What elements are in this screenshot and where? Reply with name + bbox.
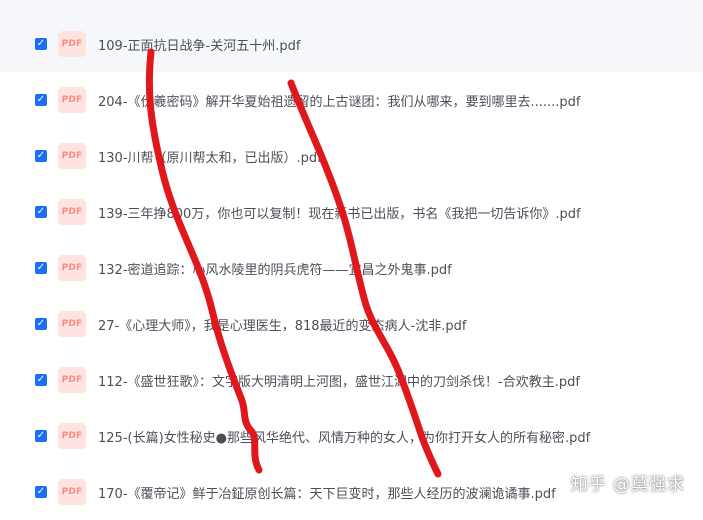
file-row[interactable]: ✓ PDF 204-《伏羲密码》解开华夏始祖遗留的上古谜团：我们从哪来，要到哪里…	[0, 72, 703, 128]
file-name[interactable]: 109-正面抗日战争-关河五十州.pdf	[98, 35, 300, 54]
checkbox-checked-icon[interactable]: ✓	[35, 318, 47, 330]
file-name[interactable]: 27-《心理大师》，我是心理医生，818最近的变态病人-沈非.pdf	[98, 315, 466, 334]
file-name[interactable]: 170-《覆帝记》鲜于冶鉦原创长篇：天下巨变时，那些人经历的波澜诡谲事.pdf	[98, 483, 556, 502]
checkbox-checked-icon[interactable]: ✓	[35, 430, 47, 442]
checkbox-checked-icon[interactable]: ✓	[35, 206, 47, 218]
checkbox-checked-icon[interactable]: ✓	[35, 94, 47, 106]
pdf-file-icon: PDF	[58, 311, 86, 337]
file-name[interactable]: 130-川帮（原川帮太和，已出版）.pdf	[98, 147, 322, 166]
file-row[interactable]: ✓ PDF 139-三年挣800万，你也可以复制！现在新书已出版，书名《我把一切…	[0, 184, 703, 240]
file-row[interactable]: ✓ PDF 130-川帮（原川帮太和，已出版）.pdf	[0, 128, 703, 184]
watermark-text: 知乎 @莫强求	[570, 475, 685, 495]
pdf-file-icon: PDF	[58, 423, 86, 449]
file-name[interactable]: 132-密道追踪：心风水陵里的阴兵虎符——宜昌之外鬼事.pdf	[98, 259, 452, 278]
file-row[interactable]: ✓ PDF 125-(长篇)女性秘史●那些风华绝代、风情万种的女人，为你打开女人…	[0, 408, 703, 464]
checkbox-checked-icon[interactable]: ✓	[35, 38, 47, 50]
file-row[interactable]: ✓ PDF 132-密道追踪：心风水陵里的阴兵虎符——宜昌之外鬼事.pdf	[0, 240, 703, 296]
pdf-file-icon: PDF	[58, 367, 86, 393]
file-name[interactable]: 204-《伏羲密码》解开华夏始祖遗留的上古谜团：我们从哪来，要到哪里去.....…	[98, 91, 581, 110]
pdf-file-icon: PDF	[58, 143, 86, 169]
pdf-file-icon: PDF	[58, 87, 86, 113]
checkbox-checked-icon[interactable]: ✓	[35, 262, 47, 274]
file-name[interactable]: 125-(长篇)女性秘史●那些风华绝代、风情万种的女人，为你打开女人的所有秘密.…	[98, 427, 590, 446]
checkbox-checked-icon[interactable]: ✓	[35, 486, 47, 498]
pdf-file-icon: PDF	[58, 31, 86, 57]
file-row[interactable]: ✓ PDF 109-正面抗日战争-关河五十州.pdf	[0, 16, 703, 72]
pdf-file-icon: PDF	[58, 255, 86, 281]
pdf-file-icon: PDF	[58, 479, 86, 505]
checkbox-checked-icon[interactable]: ✓	[35, 150, 47, 162]
file-row[interactable]: ✓ PDF 27-《心理大师》，我是心理医生，818最近的变态病人-沈非.pdf	[0, 296, 703, 352]
pdf-file-icon: PDF	[58, 199, 86, 225]
checkbox-checked-icon[interactable]: ✓	[35, 374, 47, 386]
file-name[interactable]: 139-三年挣800万，你也可以复制！现在新书已出版，书名《我把一切告诉你》.p…	[98, 203, 581, 222]
file-row[interactable]: ✓ PDF 112-《盛世狂歌》：文字版大明清明上河图，盛世江湖中的刀剑杀伐！-…	[0, 352, 703, 408]
file-name[interactable]: 112-《盛世狂歌》：文字版大明清明上河图，盛世江湖中的刀剑杀伐！-合欢教主.p…	[98, 371, 580, 390]
